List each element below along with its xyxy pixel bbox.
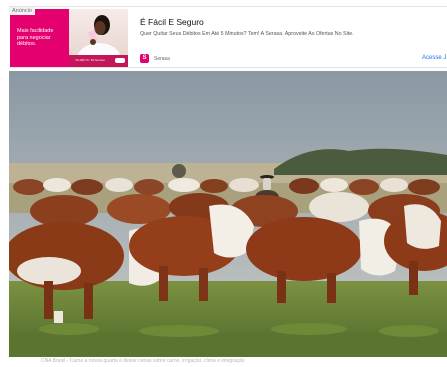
ad-cta-link[interactable]: Acesse J bbox=[422, 55, 446, 61]
cattle-herd-image bbox=[9, 71, 447, 357]
ad-title[interactable]: É Fácil E Seguro bbox=[140, 17, 204, 27]
ad-label: Anúncio bbox=[9, 7, 35, 15]
ad-description: Quer Quitar Seus Débitos Em Até 5 Minuto… bbox=[140, 31, 354, 37]
serasa-logo-icon bbox=[115, 58, 125, 63]
advertiser-logo-icon: S bbox=[140, 54, 149, 63]
ad-creative-text: Mais facilidade para negociar débitos. bbox=[17, 28, 54, 47]
ad-creative[interactable]: Mais facilidade para negociar débitos. T… bbox=[10, 9, 128, 67]
ad-creative-strip: Tá difícil? Tá Serasa. bbox=[69, 55, 128, 67]
ad-creative-photo bbox=[69, 9, 128, 55]
ad-creative-panel: Mais facilidade para negociar débitos. bbox=[10, 9, 69, 67]
article-photo bbox=[9, 71, 447, 357]
ad-creative-slogan: Tá difícil? Tá Serasa. bbox=[75, 58, 106, 62]
woman-with-phone-image bbox=[77, 15, 121, 55]
ad-banner[interactable]: Anúncio Mais facilidade para negociar dé… bbox=[9, 6, 447, 68]
advertiser-name: Serasa bbox=[154, 56, 170, 62]
photo-caption-text: CNA Brasil - Carne a nossa quarta é deix… bbox=[41, 358, 245, 364]
photo-caption: CNA Brasil - Carne a nossa quarta é deix… bbox=[9, 357, 342, 367]
